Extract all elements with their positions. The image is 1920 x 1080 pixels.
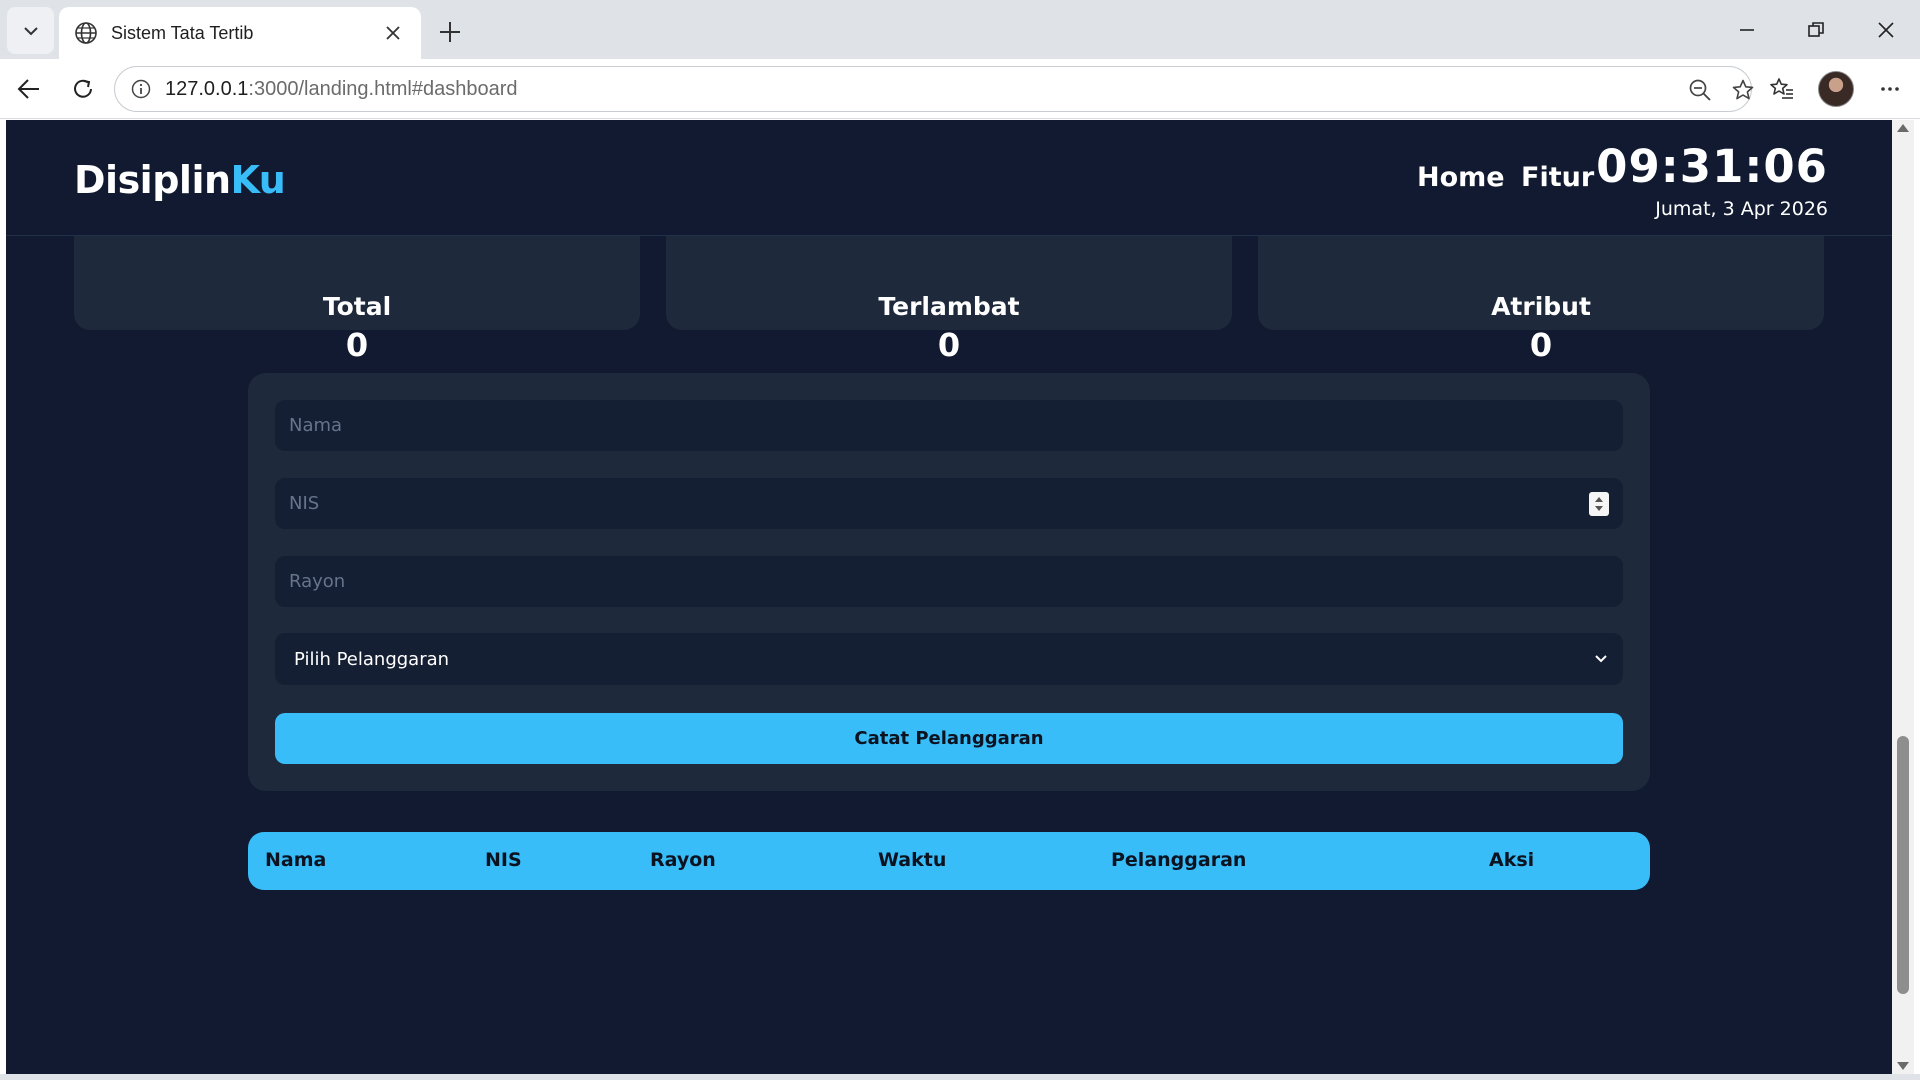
close-icon [1878, 22, 1894, 38]
star-icon[interactable] [1724, 71, 1762, 109]
column-header-waktu: Waktu [878, 849, 947, 871]
scroll-up-icon[interactable] [1897, 124, 1909, 132]
app-header: DisiplinKu Home Fitur 09:31:06 Jumat, 3 … [6, 120, 1892, 236]
profile-avatar[interactable] [1818, 71, 1854, 107]
app-logo[interactable]: DisiplinKu [74, 158, 286, 202]
close-tab-icon[interactable] [379, 19, 407, 47]
favorites-icon [1770, 78, 1793, 99]
chevron-down-icon [23, 26, 38, 35]
current-date: Jumat, 3 Apr 2026 [1655, 198, 1828, 220]
nis-placeholder: NIS [289, 493, 320, 514]
stat-label: Atribut [1491, 292, 1591, 321]
tab-title: Sistem Tata Tertib [111, 22, 254, 43]
arrow-left-icon [17, 79, 39, 99]
close-window-button[interactable] [1863, 10, 1909, 50]
page-viewport: Total 0 Terlambat 0 Atribut 0 DisiplinKu… [6, 120, 1892, 1074]
browser-tab[interactable]: Sistem Tata Tertib [59, 7, 421, 59]
nis-input[interactable]: NIS [275, 478, 1623, 529]
minimize-icon [1740, 29, 1754, 31]
reload-button[interactable] [63, 69, 103, 109]
catat-pelanggaran-button[interactable]: Catat Pelanggaran [275, 713, 1623, 764]
stat-value: 0 [1529, 326, 1553, 364]
restore-button[interactable] [1793, 10, 1839, 50]
window-bottom-edge [0, 1074, 1920, 1080]
plus-icon [440, 22, 460, 42]
column-header-nis: NIS [485, 849, 522, 871]
reload-icon [74, 79, 92, 98]
rayon-placeholder: Rayon [289, 571, 346, 592]
globe-icon [73, 20, 99, 46]
favorites-button[interactable] [1762, 69, 1802, 109]
violation-form: Nama NIS Rayon Pilih Pelanggaran Catat P… [248, 373, 1650, 791]
more-menu-button[interactable] [1870, 69, 1910, 109]
clock: 09:31:06 [1596, 140, 1828, 193]
more-icon [1881, 87, 1899, 91]
stat-value: 0 [345, 326, 369, 364]
tab-search-button[interactable] [7, 7, 54, 54]
back-button[interactable] [9, 69, 49, 109]
select-value: Pilih Pelanggaran [294, 648, 450, 670]
column-header-aksi: Aksi [1489, 849, 1535, 871]
stat-label: Total [322, 292, 392, 321]
stat-label: Terlambat [878, 292, 1020, 321]
new-tab-button[interactable] [432, 14, 468, 50]
column-header-rayon: Rayon [650, 849, 716, 871]
minimize-button[interactable] [1724, 10, 1770, 50]
info-icon[interactable] [129, 77, 153, 101]
chevron-down-icon [1595, 655, 1607, 663]
scrollbar-thumb[interactable] [1897, 736, 1909, 994]
pelanggaran-select[interactable]: Pilih Pelanggaran [275, 633, 1623, 685]
column-header-nama: Nama [265, 849, 327, 871]
column-header-pelanggaran: Pelanggaran [1111, 849, 1247, 871]
violations-table-header: Nama NIS Rayon Waktu Pelanggaran Aksi [248, 832, 1650, 890]
address-bar[interactable]: 127.0.0.1:3000/landing.html#dashboard [114, 66, 1754, 112]
nama-placeholder: Nama [289, 415, 343, 436]
url-text: 127.0.0.1:3000/landing.html#dashboard [165, 77, 518, 100]
zoom-out-icon[interactable] [1681, 71, 1719, 109]
nav-home-link[interactable]: Home [1417, 162, 1505, 193]
stat-value: 0 [937, 326, 961, 364]
nama-input[interactable]: Nama [275, 400, 1623, 451]
browser-tab-bar: Sistem Tata Tertib [0, 0, 1920, 59]
nav-fitur-link[interactable]: Fitur [1521, 162, 1594, 193]
page-scrollbar[interactable] [1892, 120, 1914, 1074]
scroll-down-icon[interactable] [1897, 1062, 1909, 1070]
number-spinner[interactable] [1589, 492, 1609, 516]
restore-icon [1808, 22, 1824, 37]
rayon-input[interactable]: Rayon [275, 556, 1623, 607]
browser-toolbar: 127.0.0.1:3000/landing.html#dashboard [0, 59, 1920, 119]
